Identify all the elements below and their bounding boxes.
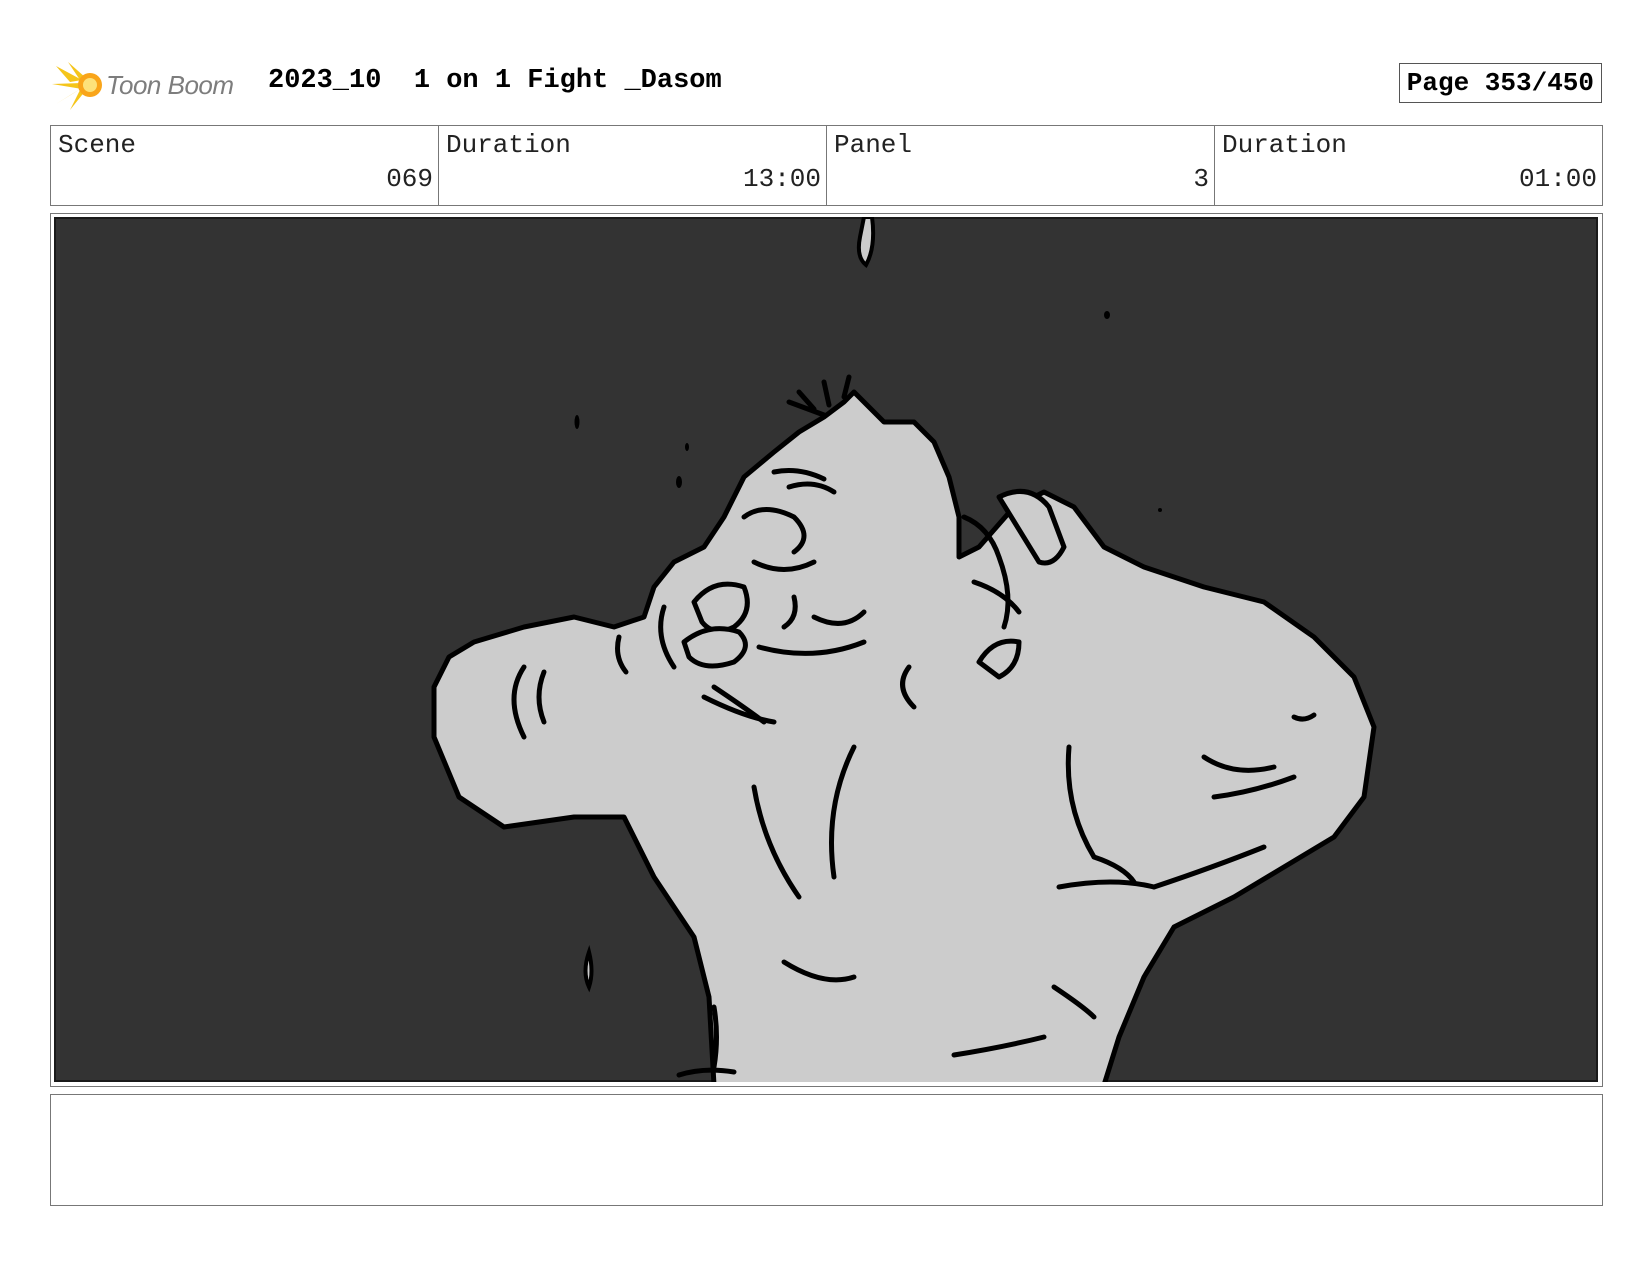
scene-info-table: Scene 069 Duration 13:00 Panel 3 Duratio… bbox=[50, 125, 1603, 206]
page-header: Toon Boom 2023_10 1 on 1 Fight _Dasom Pa… bbox=[52, 56, 1604, 114]
scene-duration-label: Duration bbox=[446, 130, 571, 160]
panel-label: Panel bbox=[834, 130, 913, 160]
logo-text: Toon Boom bbox=[106, 70, 234, 100]
scene-value: 069 bbox=[386, 164, 433, 194]
panel-drawing bbox=[54, 217, 1598, 1082]
project-title: 2023_10 1 on 1 Fight _Dasom bbox=[268, 66, 722, 96]
storyboard-panel bbox=[50, 213, 1603, 1087]
page-number: Page 353/450 bbox=[1398, 63, 1602, 103]
starburst-icon bbox=[52, 62, 102, 110]
panel-value: 3 bbox=[1193, 164, 1209, 194]
panel-duration-value: 01:00 bbox=[1518, 164, 1597, 194]
panel-duration-label: Duration bbox=[1222, 130, 1347, 160]
scene-cell: Scene 069 bbox=[51, 126, 439, 205]
toon-boom-logo: Toon Boom bbox=[52, 58, 252, 112]
panel-cell: Panel 3 bbox=[827, 126, 1215, 205]
scene-duration-value: 13:00 bbox=[742, 164, 821, 194]
scene-duration-cell: Duration 13:00 bbox=[439, 126, 827, 205]
scene-label: Scene bbox=[58, 130, 137, 160]
panel-notes bbox=[50, 1094, 1603, 1206]
panel-duration-cell: Duration 01:00 bbox=[1215, 126, 1602, 205]
